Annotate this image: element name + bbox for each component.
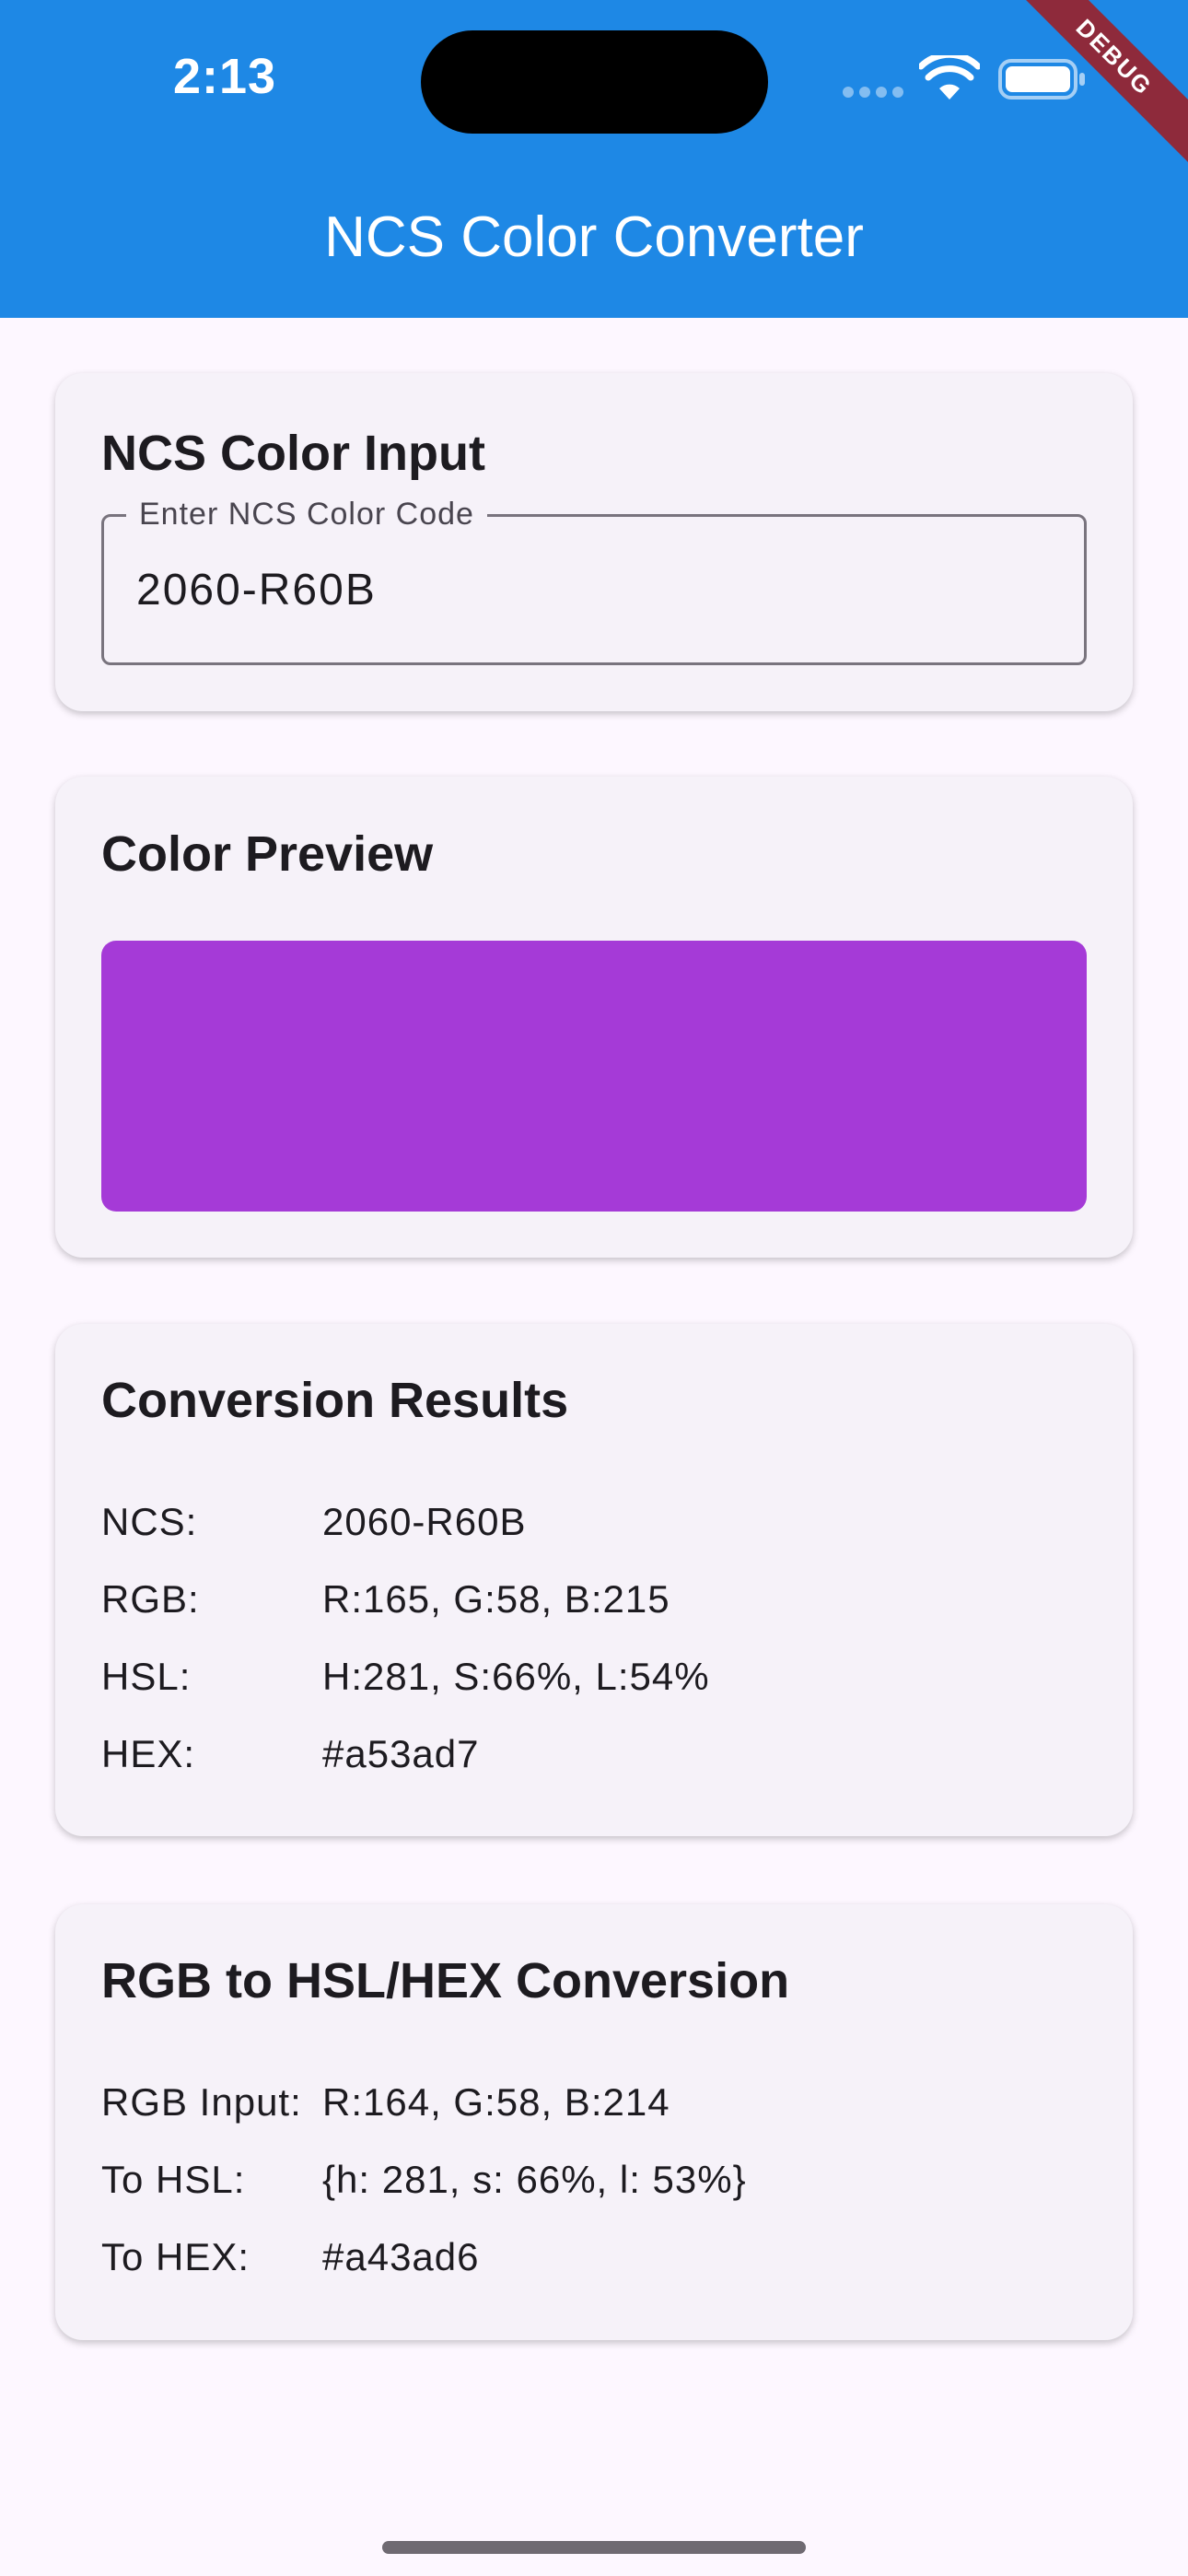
page-title: NCS Color Converter	[324, 205, 864, 269]
rgb-label: To HEX:	[101, 2235, 250, 2278]
cellular-signal-icon	[843, 86, 909, 102]
result-label: HEX:	[101, 1732, 196, 1775]
color-swatch	[101, 941, 1087, 1212]
card-title: NCS Color Input	[101, 426, 485, 481]
result-value: 2060-R60B	[322, 1500, 527, 1543]
card-title: RGB to HSL/HEX Conversion	[101, 1953, 790, 2008]
ncs-code-input-value[interactable]: 2060-R60B	[136, 565, 377, 615]
result-value: #a53ad7	[322, 1732, 480, 1775]
dynamic-island	[421, 30, 768, 134]
card-title: Color Preview	[101, 826, 434, 882]
ncs-input-card: NCS Color Input Enter NCS Color Code 206…	[55, 373, 1133, 711]
color-preview-card: Color Preview	[55, 777, 1133, 1258]
result-label: HSL:	[101, 1655, 192, 1698]
rgb-value: {h: 281, s: 66%, l: 53%}	[322, 2158, 747, 2201]
rgb-conversion-card: RGB to HSL/HEX Conversion RGB Input: R:1…	[55, 1904, 1133, 2340]
result-label: RGB:	[101, 1577, 200, 1621]
result-value: R:165, G:58, B:215	[322, 1577, 670, 1621]
conversion-results-card: Conversion Results NCS: 2060-R60B RGB: R…	[55, 1324, 1133, 1836]
home-indicator[interactable]	[382, 2541, 806, 2554]
status-time: 2:13	[173, 49, 277, 104]
rgb-value: R:164, G:58, B:214	[322, 2080, 670, 2124]
result-value: H:281, S:66%, L:54%	[322, 1655, 710, 1698]
card-title: Conversion Results	[101, 1373, 569, 1428]
wifi-icon	[919, 55, 980, 100]
rgb-label: RGB Input:	[101, 2080, 302, 2124]
app-bar: 2:13 DEBUG NCS Color Converter	[0, 0, 1188, 318]
battery-icon	[998, 59, 1085, 100]
ncs-code-input[interactable]: Enter NCS Color Code 2060-R60B	[101, 497, 1087, 665]
rgb-label: To HSL:	[101, 2158, 246, 2201]
ncs-code-input-label: Enter NCS Color Code	[126, 497, 487, 533]
result-label: NCS:	[101, 1500, 198, 1543]
rgb-value: #a43ad6	[322, 2235, 480, 2278]
